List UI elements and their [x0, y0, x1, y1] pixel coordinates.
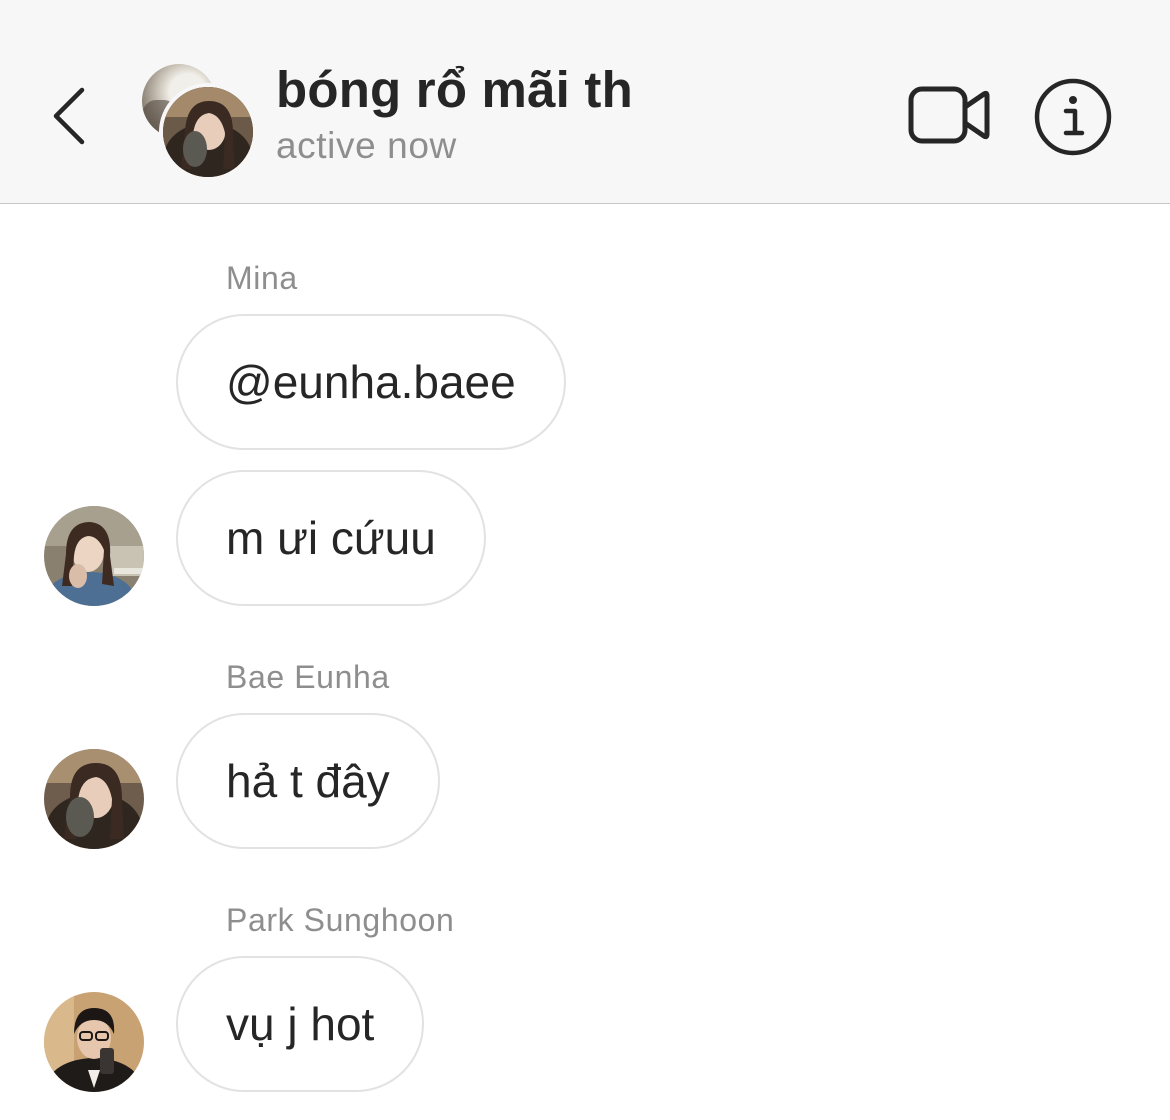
message-bubble[interactable]: hả t đây — [176, 713, 440, 849]
back-button[interactable] — [40, 78, 100, 154]
sender-name-park-sunghoon: Park Sunghoon — [226, 902, 455, 938]
group-avatar[interactable] — [142, 64, 257, 181]
sender-name-bae-eunha: Bae Eunha — [226, 659, 390, 695]
sender-name-mina: Mina — [226, 260, 298, 296]
chat-header: bóng rổ mãi th active now — [0, 0, 1170, 204]
active-status: active now — [276, 125, 457, 166]
info-icon — [1034, 78, 1112, 156]
message-bubble[interactable]: @eunha.baee — [176, 314, 566, 450]
avatar-park-sunghoon[interactable] — [44, 992, 144, 1092]
message-bubble[interactable]: vụ j hot — [176, 956, 425, 1092]
chat-title[interactable]: bóng rổ mãi th — [276, 60, 633, 119]
video-camera-icon — [908, 86, 990, 144]
group-avatar-front — [159, 83, 257, 181]
message-bubble[interactable]: m ưi cứuu — [176, 470, 486, 606]
chevron-left-icon — [53, 87, 85, 145]
avatar-bae-eunha[interactable] — [44, 749, 144, 849]
info-button[interactable] — [1032, 76, 1114, 158]
avatar-mina[interactable] — [44, 506, 144, 606]
video-call-button[interactable] — [906, 80, 992, 150]
